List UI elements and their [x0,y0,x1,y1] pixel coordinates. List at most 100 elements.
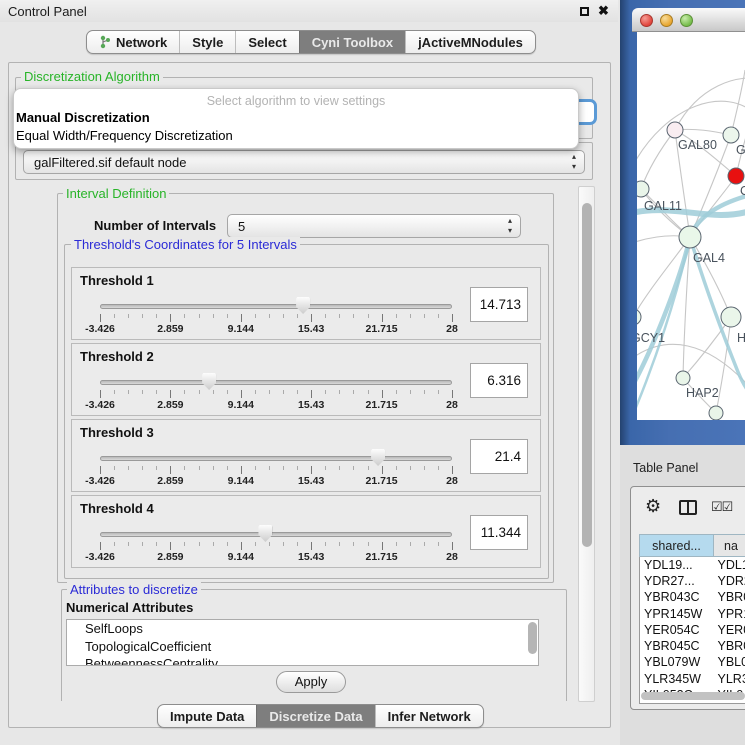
node-label: C [740,184,745,198]
popup-placeholder: Select algorithm to view settings [14,94,578,108]
tab-impute-data[interactable]: Impute Data [158,705,256,727]
gear-icon[interactable]: ⚙ [645,496,661,517]
attribute-item[interactable]: TopologicalCoefficient [67,638,538,656]
slider-thumb[interactable] [258,525,272,542]
minor-tick [156,466,157,470]
slider-track[interactable] [100,456,452,461]
HAP2-node[interactable] [676,371,690,385]
minor-tick [424,466,425,470]
numerical-attributes-list[interactable]: SelfLoopsTopologicalCoefficientBetweenne… [66,619,539,666]
minimize-traffic-light-icon[interactable] [660,14,673,27]
tab-jactivemnodules[interactable]: jActiveMNodules [405,31,535,53]
minor-tick [114,314,115,318]
minor-tick [269,390,270,394]
minor-tick [424,542,425,546]
panel-scrollbar-track[interactable] [578,186,595,702]
minor-tick [142,466,143,470]
major-tick [311,542,312,550]
tab-infer-network[interactable]: Infer Network [375,705,483,727]
number-of-intervals-combobox[interactable]: 5 ▴▾ [227,214,521,238]
table-data-combobox[interactable]: galFiltered.sif default node ▴▾ [23,150,585,174]
H-node[interactable] [721,307,741,327]
slider-track[interactable] [100,532,452,537]
tick-label: 9.144 [228,399,254,411]
slider-thumb[interactable] [202,373,216,390]
algorithm-option[interactable]: Equal Width/Frequency Discretization [16,128,233,143]
attribute-item[interactable]: SelfLoops [67,620,538,638]
table-row[interactable]: YLR345WYLR3 [640,671,745,687]
minor-tick [213,390,214,394]
table-row[interactable]: YER054CYER0 [640,622,745,638]
network-window-titlebar[interactable] [632,8,745,32]
edge-node[interactable] [709,406,723,420]
tab-network[interactable]: Network [87,31,179,53]
tab-discretize-data[interactable]: Discretize Data [256,705,374,727]
thresholds-group-title: Threshold's Coordinates for 5 Intervals [71,237,300,252]
checkbox-icons[interactable]: ☑☑ [711,499,732,515]
minor-tick [227,390,228,394]
table-row[interactable]: YBR043CYBR0 [640,589,745,605]
slider-thumb[interactable] [371,449,385,466]
slider-track[interactable] [100,380,452,385]
minor-tick [128,390,129,394]
column-header-shared[interactable]: shared... [640,535,714,557]
panel-title: Control Panel [8,4,87,19]
red-node[interactable] [728,168,744,184]
GAL4-node[interactable] [679,226,701,248]
node-label: GAL11 [644,199,682,213]
tick-label: 21.715 [366,475,398,487]
tab-label: Discretize Data [269,709,362,724]
table-cell: YLR3 [714,671,745,687]
network-canvas[interactable]: GAL80GACGAL11GAL4GCY1HHAP2 [637,32,745,420]
major-tick [241,390,242,398]
zoom-traffic-light-icon[interactable] [680,14,693,27]
threshold-value-field[interactable]: 6.316 [470,363,528,398]
table-cell: YBR0 [714,638,745,654]
GCY1-node[interactable] [637,309,641,325]
threshold-value-field[interactable]: 14.713 [470,287,528,322]
columns-icon[interactable] [679,500,697,515]
GA-node[interactable] [723,127,739,143]
table-toolbar: ⚙ ☑☑ [631,487,745,531]
tick-label: 9.144 [228,475,254,487]
minor-tick [156,314,157,318]
apply-button[interactable]: Apply [276,671,346,693]
table-cell: YBR045C [640,638,714,654]
column-header-name[interactable]: na [714,535,745,557]
minor-tick [142,542,143,546]
algorithm-option[interactable]: Manual Discretization [16,110,150,125]
table-cell: YBR0 [714,589,745,605]
tab-select[interactable]: Select [235,31,298,53]
minor-tick [156,542,157,546]
minor-tick [213,542,214,546]
minor-tick [213,466,214,470]
slider-track[interactable] [100,304,452,309]
tab-style[interactable]: Style [179,31,235,53]
algorithm-dropdown-popup: Select algorithm to view settings Manual… [13,88,579,149]
tab-cyni-toolbox[interactable]: Cyni Toolbox [299,31,405,53]
list-scrollbar[interactable] [528,622,537,654]
table-cell: YDR27... [640,573,714,589]
GAL80-node[interactable] [667,122,683,138]
panel-scrollbar-thumb[interactable] [582,203,592,547]
minor-tick [283,542,284,546]
slider-thumb[interactable] [296,297,310,314]
table-row[interactable]: YBL079WYBL0 [640,654,745,670]
network-view-window: GAL80GACGAL11GAL4GCY1HHAP2 [620,0,745,445]
minor-tick [199,542,200,546]
close-traffic-light-icon[interactable] [640,14,653,27]
minor-tick [142,314,143,318]
close-icon[interactable]: ✖ [598,3,609,19]
threshold-value-field[interactable]: 21.4 [470,439,528,474]
table-row[interactable]: YDL19...YDL1 [640,557,745,573]
table-row[interactable]: YPR145WYPR1 [640,605,745,621]
table-row[interactable]: YDR27...YDR2 [640,573,745,589]
table-row[interactable]: YBR045CYBR0 [640,638,745,654]
float-window-icon[interactable] [580,7,589,16]
minor-tick [325,314,326,318]
major-tick [170,390,171,398]
threshold-value-field[interactable]: 11.344 [470,515,528,550]
GAL11-node[interactable] [637,181,649,197]
attribute-item[interactable]: BetweennessCentrality [67,655,538,666]
table-hscrollbar[interactable] [641,692,745,700]
